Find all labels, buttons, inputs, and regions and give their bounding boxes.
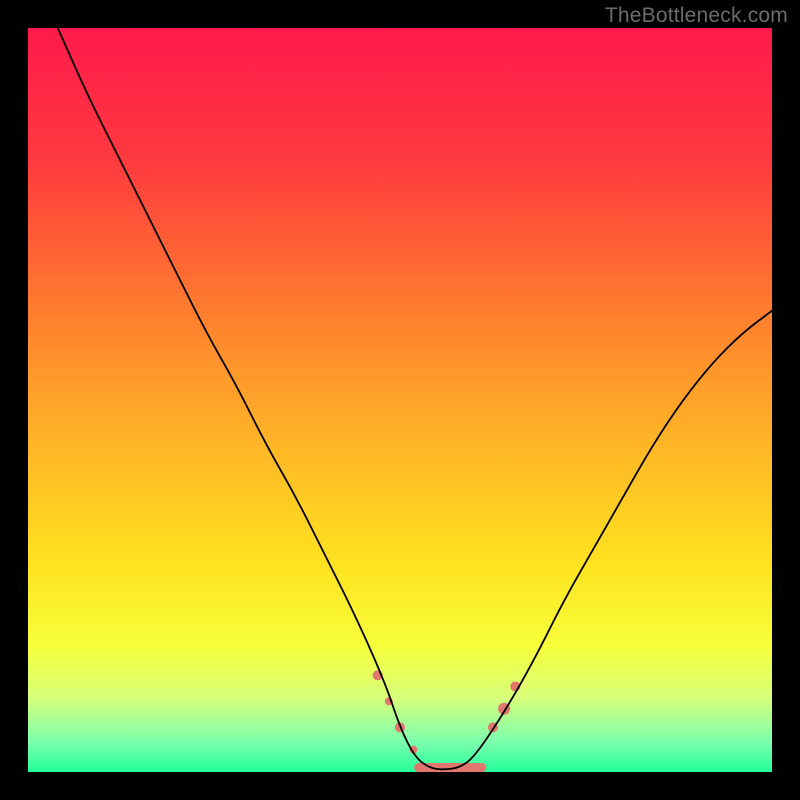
watermark-text: TheBottleneck.com — [605, 4, 788, 28]
chart-svg — [28, 28, 772, 772]
gradient-background — [28, 28, 772, 772]
chart-frame: TheBottleneck.com — [0, 0, 800, 800]
plot-area — [28, 28, 772, 772]
